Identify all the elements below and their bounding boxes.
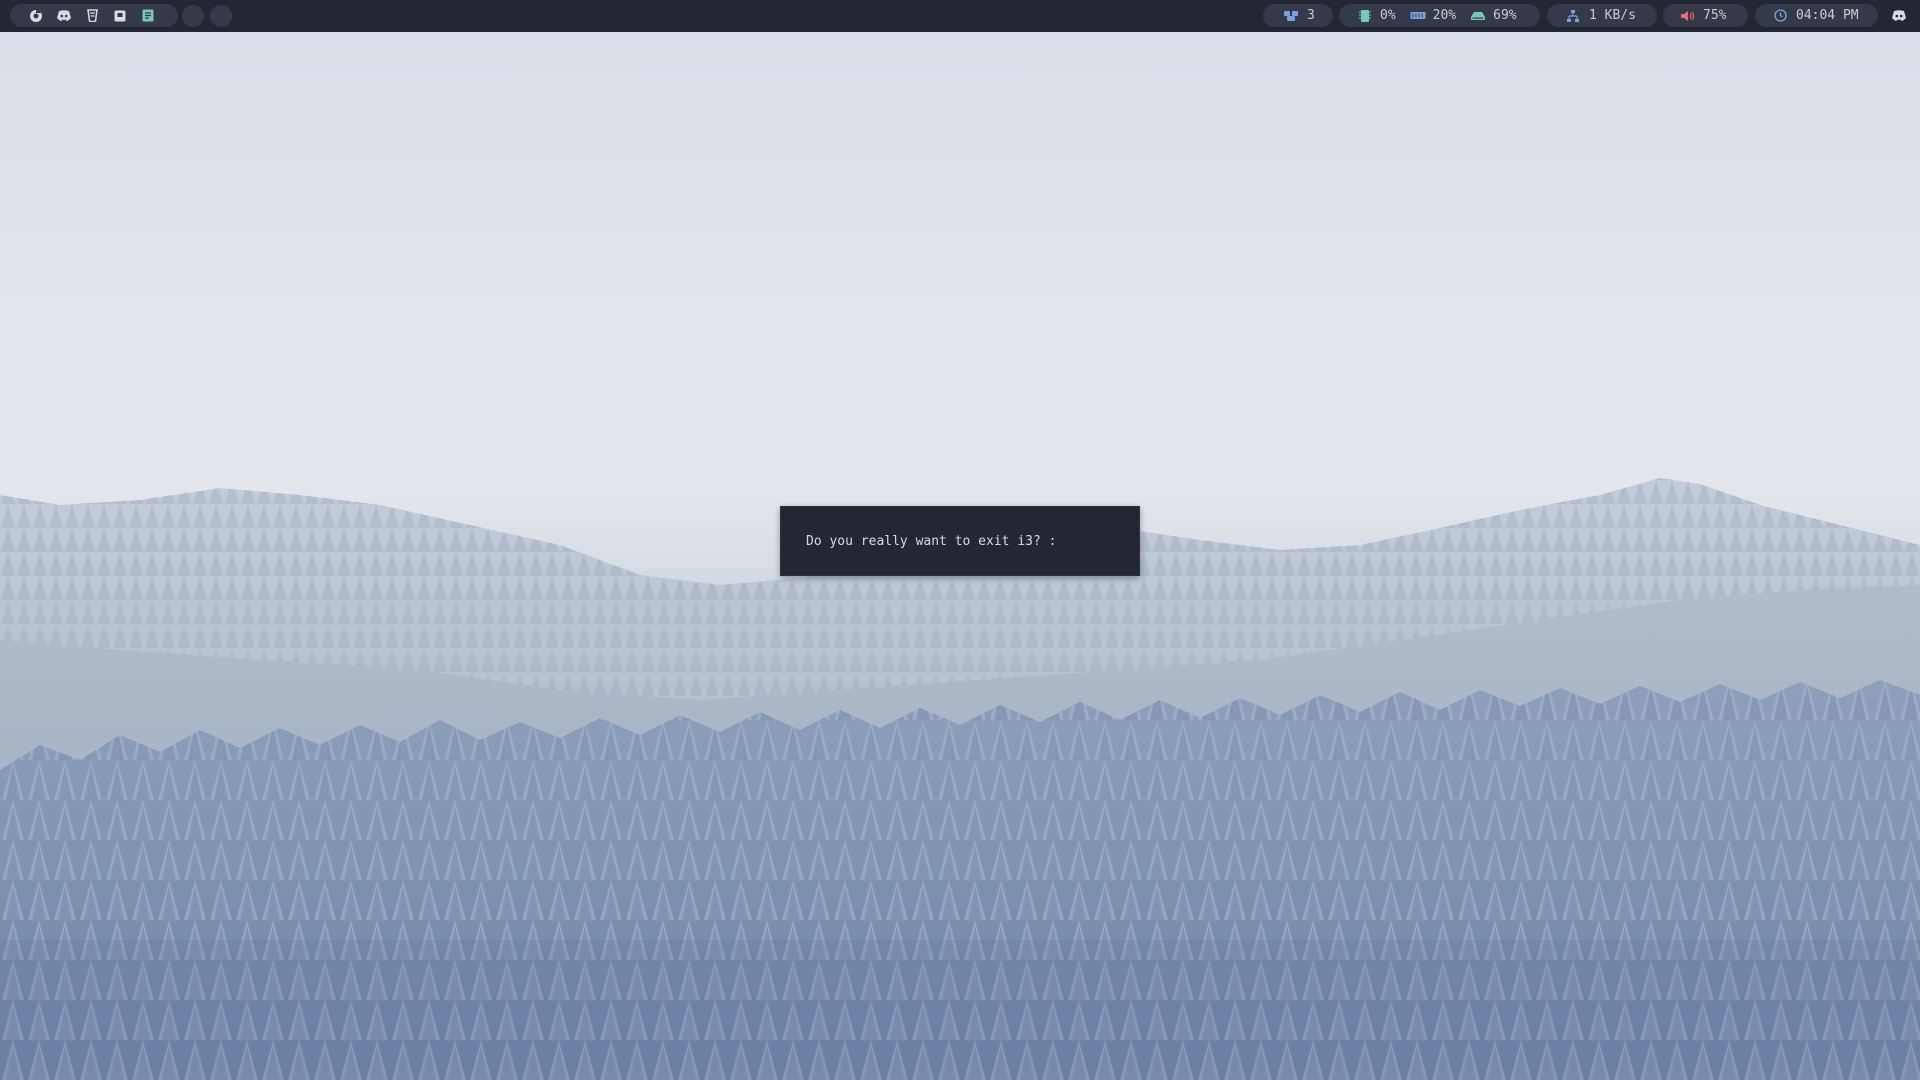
volume-icon [1680,8,1696,24]
empty-workspace-indicator[interactable] [182,5,204,27]
chrome-icon[interactable] [28,8,44,24]
cpu-stat[interactable]: 0% [1357,8,1396,24]
window-count-value: 3 [1307,8,1315,23]
disk-stat[interactable]: 69% [1470,8,1517,24]
empty-workspace-indicator[interactable] [210,5,232,27]
memory-icon [1410,8,1426,24]
network-icon [1565,8,1581,24]
disk-icon [1470,8,1486,24]
clock-module[interactable]: 04:04 PM [1755,4,1878,27]
desktop: 3 0% 20% 69% 1 KB/s 75% 04:04 PM Do you … [0,0,1920,1080]
memory-value: 20% [1432,8,1457,23]
exit-prompt: Do you really want to exit i3? : [806,533,1057,549]
exit-i3-dialog[interactable]: Do you really want to exit i3? : [780,506,1140,576]
network-module[interactable]: 1 KB/s [1547,4,1657,27]
window-stack-icon [1283,8,1299,24]
discord-icon[interactable] [56,8,72,24]
top-bar: 3 0% 20% 69% 1 KB/s 75% 04:04 PM [0,0,1920,32]
memory-stat[interactable]: 20% [1410,8,1456,24]
window-count-module[interactable]: 3 [1263,4,1333,27]
clock-icon [1772,8,1788,24]
system-stats-module: 0% 20% 69% [1339,4,1540,27]
cpu-value: 0% [1380,8,1396,23]
document-icon[interactable] [140,8,156,24]
network-speed-value: 1 KB/s [1589,8,1636,23]
disk-value: 69% [1493,8,1517,23]
volume-value: 75% [1703,8,1727,23]
code-editor-icon[interactable] [84,8,100,24]
notes-icon[interactable] [112,8,128,24]
workspace-bar [10,4,178,27]
discord-tray-icon[interactable] [1891,8,1907,24]
cpu-icon [1357,8,1373,24]
clock-value: 04:04 PM [1796,8,1859,23]
volume-module[interactable]: 75% [1663,4,1748,27]
